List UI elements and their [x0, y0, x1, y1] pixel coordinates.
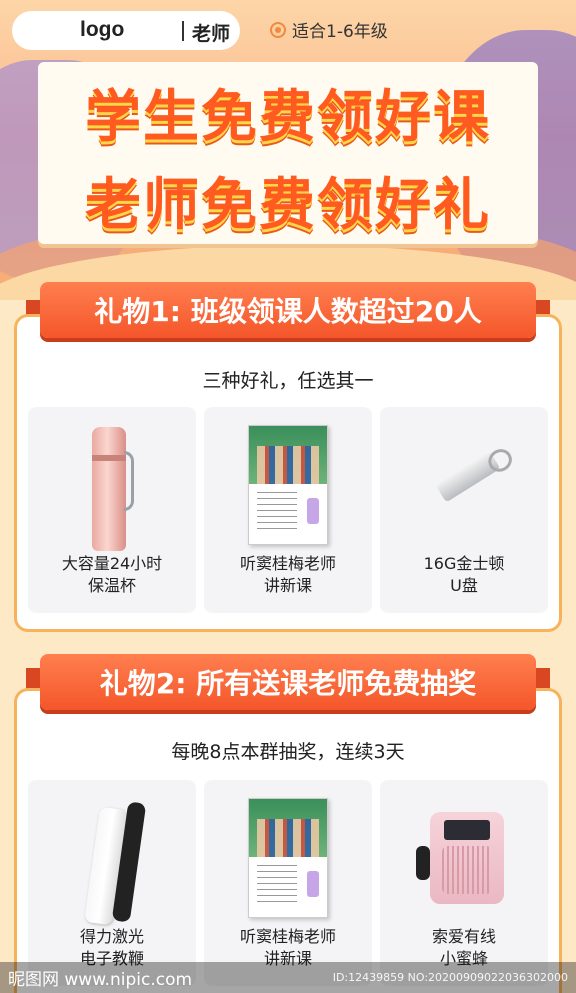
book-icon: [248, 798, 328, 918]
item-label-line2: 讲新课: [263, 576, 312, 595]
grade-text: 适合1-6年级: [292, 22, 388, 42]
gift1-subtitle: 三种好礼，任选其一: [202, 370, 374, 392]
item-label: 大容量24小时 保温杯: [28, 553, 196, 597]
item-label-line1: 索爱有线: [431, 927, 496, 946]
grade-badge: 适合1-6年级: [270, 17, 388, 42]
gift-item-book[interactable]: 听窦桂梅老师 讲新课: [204, 407, 372, 613]
gift-item-usb[interactable]: 16G金士顿 U盘: [380, 407, 548, 613]
gift-item-book[interactable]: 听窦桂梅老师 讲新课: [204, 780, 372, 986]
gift1-ribbon: 礼物1: 班级领课人数超过20人: [26, 282, 550, 340]
book-icon: [248, 425, 328, 545]
watermark-site: 昵图网 www.nipic.com: [8, 970, 193, 990]
divider: [182, 21, 184, 41]
item-label-line1: 大容量24小时: [61, 554, 163, 573]
item-label-line1: 得力激光: [79, 927, 144, 946]
gift-item-laser-pointer[interactable]: 得力激光 电子教鞭: [28, 780, 196, 986]
gift-item-speaker[interactable]: 索爱有线 小蜜蜂: [380, 780, 548, 986]
watermark-id: ID:12439859 NO:20200909022036302000: [332, 971, 568, 984]
item-label: 听窦桂梅老师 讲新课: [204, 553, 372, 597]
strap-icon: [124, 451, 134, 511]
item-label-line2: 保温杯: [87, 576, 136, 595]
logo: logo: [80, 18, 125, 41]
item-label-line1: 16G金士顿: [423, 554, 505, 573]
logo-pill: logo 老师: [12, 11, 240, 50]
microphone-icon: [416, 846, 430, 880]
gift2-ribbon: 礼物2: 所有送课老师免费抽奖: [26, 654, 550, 712]
role-label: 老师: [192, 23, 231, 45]
item-label: 16G金士顿 U盘: [380, 553, 548, 597]
usb-drive-icon: [435, 451, 501, 503]
headline-line1: 学生免费领好课: [85, 85, 491, 150]
headline-line2: 老师免费领好礼: [85, 173, 491, 238]
item-label-line2: U盘: [450, 576, 478, 595]
gift-item-thermos[interactable]: 大容量24小时 保温杯: [28, 407, 196, 613]
thermos-icon: [92, 427, 126, 551]
item-label-line1: 听窦桂梅老师: [239, 927, 336, 946]
radio-dot-icon: [270, 21, 286, 38]
gift2-subtitle: 每晚8点本群抽奖，连续3天: [171, 741, 405, 763]
speaker-icon: [430, 812, 504, 904]
item-label-line1: 听窦桂梅老师: [239, 554, 336, 573]
watermark-bar: 昵图网 www.nipic.com ID:12439859 NO:2020090…: [0, 962, 576, 993]
